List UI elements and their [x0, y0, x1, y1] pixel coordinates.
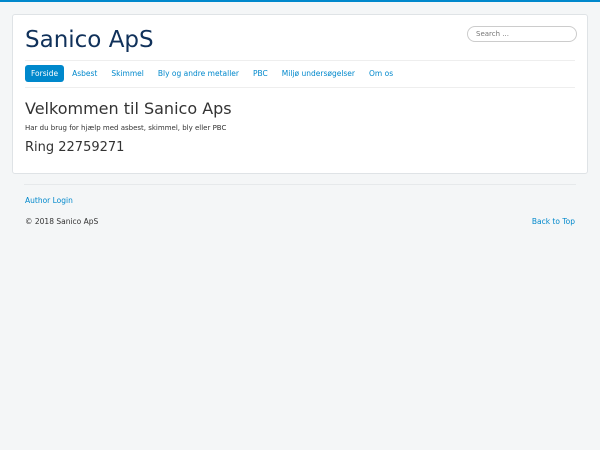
- copyright: © 2018 Sanico ApS: [25, 217, 99, 226]
- main-nav: Forside Asbest Skimmel Bly og andre meta…: [25, 65, 401, 82]
- nav-item-pbc[interactable]: PBC: [247, 65, 274, 82]
- page-heading: Velkommen til Sanico Aps: [25, 99, 232, 118]
- main-card: Sanico ApS Forside Asbest Skimmel Bly og…: [12, 14, 588, 174]
- intro-text: Har du brug for hjælp med asbest, skimme…: [25, 124, 227, 132]
- nav-item-miljo[interactable]: Miljø undersøgelser: [276, 65, 361, 82]
- nav-item-asbest[interactable]: Asbest: [66, 65, 103, 82]
- nav-item-forside[interactable]: Forside: [25, 65, 65, 82]
- phone-heading: Ring 22759271: [25, 140, 125, 155]
- nav-item-bly[interactable]: Bly og andre metaller: [152, 65, 245, 82]
- back-to-top-link[interactable]: Back to Top: [532, 217, 575, 226]
- nav-item-om-os[interactable]: Om os: [363, 65, 399, 82]
- site-title[interactable]: Sanico ApS: [25, 27, 154, 53]
- divider: [25, 60, 575, 61]
- top-accent-bar: [0, 0, 600, 2]
- footer-divider: [24, 184, 576, 185]
- search-input[interactable]: [467, 26, 577, 42]
- divider: [25, 87, 575, 88]
- nav-item-skimmel[interactable]: Skimmel: [105, 65, 150, 82]
- author-login-link[interactable]: Author Login: [25, 196, 73, 205]
